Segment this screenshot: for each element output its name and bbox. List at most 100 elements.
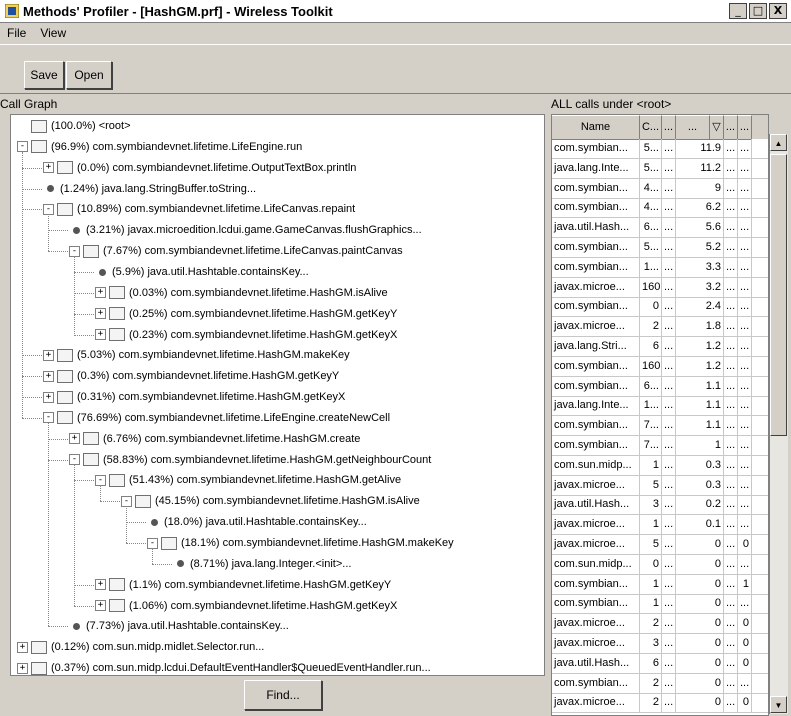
folder-icon: [109, 599, 125, 613]
table-row[interactable]: com.symbian... 160... 1.2......: [552, 356, 768, 377]
expand-icon[interactable]: +: [95, 579, 106, 591]
open-button[interactable]: Open: [66, 61, 112, 89]
tree-node[interactable]: + (6.76%) com.symbiandevnet.lifetime.Hash…: [69, 429, 360, 449]
table-row[interactable]: java.lang.Inte... 1...... 1.1......: [552, 396, 768, 417]
menu-file[interactable]: File: [0, 26, 33, 40]
expand-icon[interactable]: +: [17, 662, 28, 674]
table-row[interactable]: com.symbian... 0... 2.4......: [552, 297, 768, 318]
collapse-icon[interactable]: -: [95, 475, 106, 487]
tree-node[interactable]: + (0.03%) com.symbiandevnet.lifetime.Hash…: [95, 283, 388, 303]
table-row[interactable]: com.symbian... 7...... 1......: [552, 436, 768, 456]
minimize-button[interactable]: _: [729, 3, 747, 19]
tree-node[interactable]: + (1.1%) com.symbiandevnet.lifetime.HashG…: [95, 575, 391, 595]
table-row[interactable]: com.symbian... 4...... 6.2......: [552, 198, 768, 219]
tree-node[interactable]: + (0.23%) com.symbiandevnet.lifetime.Hash…: [95, 325, 397, 345]
tree-node[interactable]: (5.9%) java.util.Hashtable.containsKey..…: [95, 262, 309, 282]
collapse-icon[interactable]: -: [69, 245, 80, 257]
column-header[interactable]: Name: [552, 115, 640, 140]
tree-node[interactable]: (18.0%) java.util.Hashtable.containsKey.…: [147, 512, 367, 532]
column-header[interactable]: ▽: [710, 115, 724, 140]
tree-node[interactable]: - (7.67%) com.symbiandevnet.lifetime.Life…: [69, 241, 403, 261]
tree-node[interactable]: + (0.0%) com.symbiandevnet.lifetime.Outpu…: [43, 158, 356, 178]
table-row[interactable]: javax.microe... 2... 0... 0: [552, 693, 768, 714]
table-row[interactable]: com.symbian... 1...... 3.3......: [552, 257, 768, 278]
table-row[interactable]: javax.microe... 3... 0... 0: [552, 634, 768, 654]
collapse-icon[interactable]: -: [43, 412, 54, 424]
expand-icon[interactable]: +: [17, 641, 28, 653]
table-row[interactable]: com.symbian... 6...... 1.1......: [552, 376, 768, 397]
table-row[interactable]: java.lang.Stri... 6... 1.2......: [552, 337, 768, 357]
table-row[interactable]: javax.microe... 160... 3.2......: [552, 277, 768, 298]
close-button[interactable]: X: [769, 3, 787, 19]
calls-table[interactable]: Name C......... ▽...... com.symbian... 5...…: [551, 114, 769, 716]
tree-node[interactable]: + (0.31%) com.symbiandevnet.lifetime.Hash…: [43, 387, 345, 407]
table-row[interactable]: com.symbian... 7...... 1.1......: [552, 416, 768, 437]
tree-node[interactable]: (100.0%) <root>: [17, 116, 131, 136]
tree-node[interactable]: - (58.83%) com.symbiandevnet.lifetime.Has…: [69, 450, 431, 470]
column-header[interactable]: ...: [662, 115, 676, 140]
table-row[interactable]: javax.microe... 2... 0... 0: [552, 614, 768, 635]
tree-node[interactable]: (8.71%) java.lang.Integer.<init>...: [173, 554, 351, 574]
expand-icon[interactable]: +: [43, 370, 54, 382]
table-row[interactable]: com.symbian... 2... 0......: [552, 673, 768, 694]
table-cell: ...: [662, 376, 676, 396]
tree-node[interactable]: + (1.06%) com.symbiandevnet.lifetime.Hash…: [95, 596, 397, 616]
tree-node[interactable]: - (18.1%) com.symbiandevnet.lifetime.Hash…: [147, 533, 454, 553]
column-header[interactable]: ...: [724, 115, 738, 140]
tree-node[interactable]: (3.21%) javax.microedition.lcdui.game.Ga…: [69, 220, 422, 240]
tree-node[interactable]: (7.73%) java.util.Hashtable.containsKey.…: [69, 616, 289, 636]
table-cell: 0: [676, 634, 724, 653]
table-row[interactable]: javax.microe... 2... 1.8......: [552, 317, 768, 338]
collapse-icon[interactable]: -: [121, 495, 132, 507]
tree-node[interactable]: - (45.15%) com.symbiandevnet.lifetime.Has…: [121, 491, 420, 511]
table-row[interactable]: java.util.Hash... 3... 0.2......: [552, 495, 768, 516]
column-header[interactable]: ...: [738, 115, 752, 140]
tree-node[interactable]: + (0.12%) com.sun.midp.midlet.Selector.ru…: [17, 637, 264, 657]
tree-node[interactable]: - (10.89%) com.symbiandevnet.lifetime.Lif…: [43, 199, 355, 219]
collapse-icon[interactable]: -: [147, 537, 158, 549]
expand-icon[interactable]: +: [69, 433, 80, 445]
collapse-icon[interactable]: -: [43, 203, 54, 215]
expand-icon[interactable]: +: [95, 308, 106, 320]
scroll-up-arrow-icon[interactable]: ▲: [770, 134, 787, 151]
collapse-icon[interactable]: -: [17, 141, 28, 153]
scroll-down-arrow-icon[interactable]: ▼: [770, 696, 787, 713]
scroll-thumb[interactable]: [770, 154, 787, 436]
table-row[interactable]: javax.microe... 1... 0.1......: [552, 515, 768, 536]
table-row[interactable]: java.util.Hash... 6...... 5.6......: [552, 218, 768, 239]
table-row[interactable]: java.util.Hash... 6... 0... 0: [552, 653, 768, 674]
maximize-button[interactable]: □: [749, 3, 767, 19]
tree-node[interactable]: - (76.69%) com.symbiandevnet.lifetime.Lif…: [43, 408, 390, 428]
table-row[interactable]: com.symbian... 5...... 11.9......: [552, 139, 768, 159]
tree-node[interactable]: - (96.9%) com.symbiandevnet.lifetime.Life…: [17, 137, 302, 157]
table-row[interactable]: java.lang.Inte... 5...... 11.2......: [552, 158, 768, 179]
tree-node[interactable]: + (5.03%) com.symbiandevnet.lifetime.Hash…: [43, 345, 350, 365]
tree-node[interactable]: - (51.43%) com.symbiandevnet.lifetime.Has…: [95, 470, 401, 490]
expand-icon[interactable]: +: [43, 391, 54, 403]
column-header[interactable]: ...: [676, 115, 710, 140]
expand-icon[interactable]: +: [43, 349, 54, 361]
table-row[interactable]: com.symbian... 1... 0......: [552, 594, 768, 615]
save-button[interactable]: Save: [24, 61, 64, 89]
tree-node[interactable]: + (0.25%) com.symbiandevnet.lifetime.Hash…: [95, 304, 397, 324]
find-button[interactable]: Find...: [244, 680, 322, 710]
table-scrollbar[interactable]: ▲ ▼: [769, 134, 788, 714]
table-row[interactable]: com.sun.midp... 1... 0.3......: [552, 455, 768, 476]
expand-icon[interactable]: +: [95, 329, 106, 341]
table-row[interactable]: com.symbian... 1... 0... 1: [552, 574, 768, 595]
column-header[interactable]: C...: [640, 115, 662, 140]
collapse-icon[interactable]: -: [69, 454, 80, 466]
table-row[interactable]: com.symbian... 4...... 9......: [552, 178, 768, 199]
tree-node[interactable]: + (0.37%) com.sun.midp.lcdui.DefaultEvent…: [17, 658, 431, 675]
call-graph-tree[interactable]: (100.0%) <root> - (96.9%) com.symbiandevne…: [10, 114, 545, 676]
expand-icon[interactable]: +: [95, 600, 106, 612]
expand-icon[interactable]: +: [95, 287, 106, 299]
tree-node[interactable]: (1.24%) java.lang.StringBuffer.toString.…: [43, 179, 256, 199]
table-row[interactable]: com.sun.midp... 0... 0......: [552, 554, 768, 575]
table-row[interactable]: javax.microe... 5... 0.3......: [552, 475, 768, 496]
table-row[interactable]: javax.microe... 5... 0... 0: [552, 535, 768, 555]
menu-view[interactable]: View: [33, 26, 73, 40]
table-row[interactable]: com.symbian... 5...... 5.2......: [552, 238, 768, 258]
tree-node[interactable]: + (0.3%) com.symbiandevnet.lifetime.HashG…: [43, 366, 339, 386]
expand-icon[interactable]: +: [43, 162, 54, 174]
